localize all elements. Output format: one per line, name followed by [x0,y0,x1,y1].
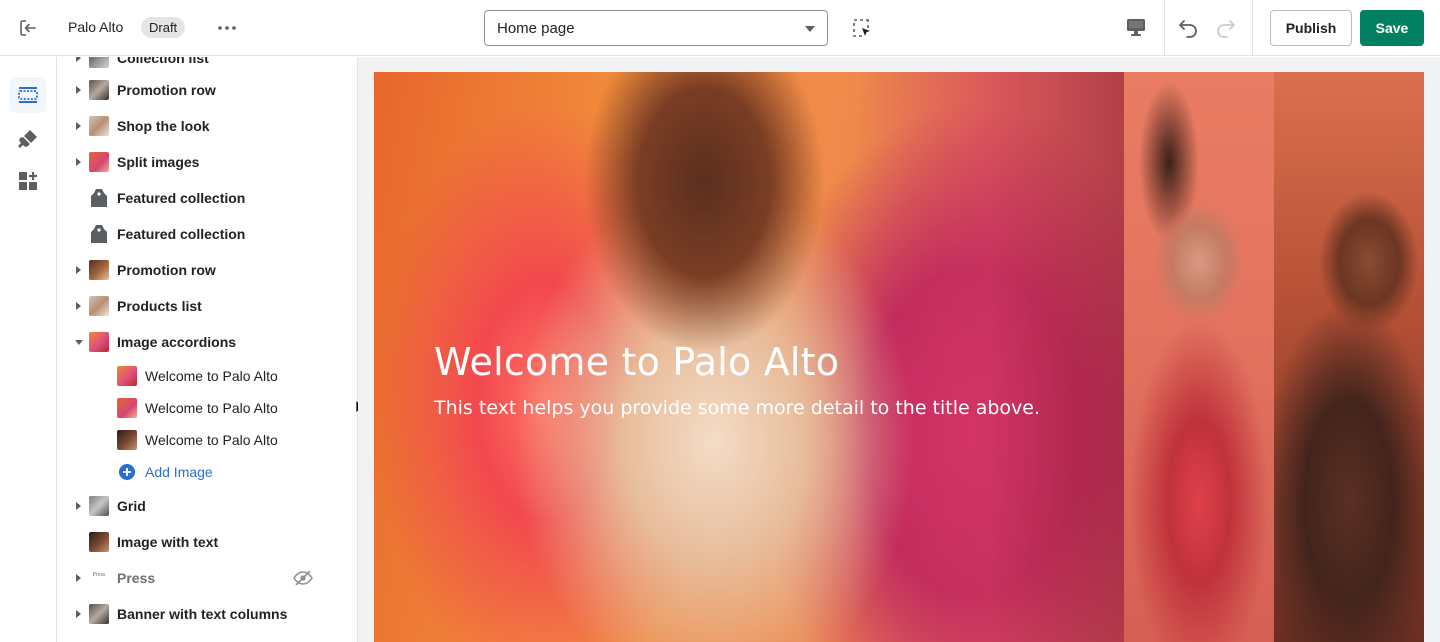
section-item-image-accordions[interactable]: Image accordions [57,326,357,358]
inspector-icon[interactable] [850,16,876,42]
section-item-promotion-row[interactable]: Promotion row [57,74,357,106]
page-select[interactable]: Home page [484,10,828,46]
section-thumbnail [89,332,109,352]
sections-tab[interactable] [10,77,46,113]
block-label: Welcome to Palo Alto [145,368,278,384]
save-button[interactable]: Save [1360,10,1424,46]
section-label: Featured collection [117,190,246,206]
caret-right-icon[interactable] [76,57,81,62]
section-thumbnail [89,57,109,68]
section-item-collection-list[interactable]: Collection list [57,57,357,74]
block-item-welcome[interactable]: Welcome to Palo Alto [57,360,357,392]
desktop-view-icon[interactable] [1124,15,1150,41]
section-label: Products list [117,298,202,314]
hidden-eye-icon[interactable] [293,569,313,587]
section-thumbnail [89,532,109,552]
redo-icon[interactable] [1214,15,1240,41]
section-thumbnail [89,496,109,516]
section-thumbnail [89,260,109,280]
section-label: Promotion row [117,262,216,278]
undo-icon[interactable] [1176,15,1202,41]
add-image-button[interactable]: Add Image [57,456,357,488]
section-label: Press [117,570,156,586]
section-item-image-with-text[interactable]: Image with text [57,526,357,558]
section-item-shop-the-look[interactable]: Shop the look [57,110,357,142]
caret-right-icon[interactable] [76,610,81,618]
image-accordions-section[interactable]: Welcome to Palo Alto This text helps you… [374,72,1424,642]
block-label: Welcome to Palo Alto [145,432,278,448]
caret-right-icon[interactable] [76,122,81,130]
sections-sidebar: Collection list Promotion row Shop the l… [57,57,358,642]
caret-down-icon[interactable] [75,340,83,345]
status-badge: Draft [141,17,186,38]
toolbar-divider [1252,0,1253,56]
add-image-label: Add Image [145,464,213,480]
toolbar-divider [1164,0,1165,56]
section-item-featured-collection[interactable]: Featured collection [57,182,357,214]
section-item-press[interactable]: Press Press [57,562,357,594]
section-thumbnail [89,296,109,316]
page-select-value: Home page [497,20,575,37]
chevron-down-icon [805,26,815,32]
section-label: Image with text [117,534,219,550]
section-thumbnail [89,116,109,136]
hero-subtitle: This text helps you provide some more de… [434,397,1041,419]
accordion-image-3[interactable] [1274,72,1424,642]
block-item-welcome[interactable]: Welcome to Palo Alto [57,424,357,456]
block-thumbnail [117,366,137,386]
caret-right-icon[interactable] [76,574,81,582]
hero-title: Welcome to Palo Alto [434,340,840,384]
block-thumbnail [117,430,137,450]
publish-button[interactable]: Publish [1270,10,1352,46]
theme-settings-tab[interactable] [10,121,46,157]
section-label: Split images [117,154,200,170]
tag-icon [91,225,107,243]
section-label: Promotion row [117,82,216,98]
section-thumbnail [89,80,109,100]
section-label: Collection list [117,57,209,66]
editor-topbar: Palo Alto Draft Home page Publish Save [0,0,1440,56]
section-label: Banner with text columns [117,606,288,622]
sections-icon [18,87,38,103]
store-name: Palo Alto [68,19,124,35]
theme-preview: Welcome to Palo Alto This text helps you… [358,57,1440,642]
section-item-banner-with-text-columns[interactable]: Banner with text columns [57,598,357,630]
caret-right-icon[interactable] [76,158,81,166]
accordion-image-2[interactable] [1124,72,1274,642]
section-label: Featured collection [117,226,246,242]
section-item-featured-collection[interactable]: Featured collection [57,218,357,250]
more-icon[interactable] [214,16,240,40]
icon-rail [0,57,57,642]
section-label: Image accordions [117,334,237,350]
block-item-welcome[interactable]: Welcome to Palo Alto [57,392,357,424]
image-shade [854,72,1124,642]
plus-circle-icon [119,464,135,480]
section-label: Grid [117,498,146,514]
apps-icon [19,172,37,190]
section-item-products-list[interactable]: Products list [57,290,357,322]
section-item-grid[interactable]: Grid [57,490,357,522]
section-item-split-images[interactable]: Split images [57,146,357,178]
section-item-promotion-row[interactable]: Promotion row [57,254,357,286]
block-thumbnail [117,398,137,418]
exit-icon[interactable] [14,14,42,42]
section-thumbnail [89,152,109,172]
caret-right-icon[interactable] [76,502,81,510]
app-embeds-tab[interactable] [10,163,46,199]
caret-right-icon[interactable] [76,266,81,274]
section-thumbnail [89,604,109,624]
caret-right-icon[interactable] [76,86,81,94]
paint-brush-icon [18,130,37,148]
section-thumbnail: Press [89,568,109,588]
section-label: Shop the look [117,118,210,134]
block-label: Welcome to Palo Alto [145,400,278,416]
caret-right-icon[interactable] [76,302,81,310]
tag-icon [91,189,107,207]
